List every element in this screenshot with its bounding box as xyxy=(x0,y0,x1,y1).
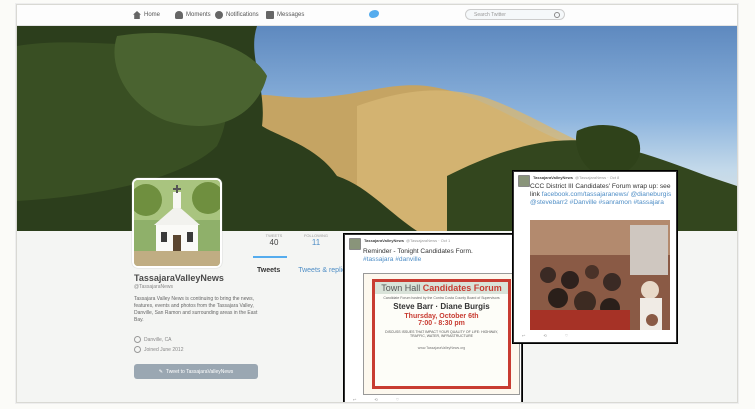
nav-moments-label: Moments xyxy=(186,12,211,18)
profile-avatar[interactable] xyxy=(132,178,222,268)
nav-moments[interactable]: Moments xyxy=(175,9,211,21)
retweet-icon[interactable]: ⟲ xyxy=(374,397,377,402)
tweet-handle: @TassajaraNews · Oct 8 xyxy=(574,175,620,180)
audience-photo xyxy=(530,220,670,330)
envelope-icon xyxy=(266,11,274,19)
flyer-time: 7:00 - 8:30 pm xyxy=(418,320,465,327)
flyer-title-prefix: Town Hall xyxy=(381,283,423,293)
active-stat-indicator xyxy=(253,256,287,258)
tweet-to-label: Tweet to TassajaraValleyNews xyxy=(165,368,234,375)
tweet-body: Reminder - Tonight Candidates Form. xyxy=(363,248,473,255)
tweet-avatar[interactable] xyxy=(349,238,361,250)
like-icon[interactable]: ♡ xyxy=(396,397,400,402)
tweet-user[interactable]: TassajaraValleyNews @TassajaraNews · Oct … xyxy=(364,238,450,243)
nav-messages-label: Messages xyxy=(277,12,305,18)
stat-following[interactable]: FOLLOWING 11 xyxy=(295,233,337,247)
calendar-icon xyxy=(134,346,141,353)
nav-messages[interactable]: Messages xyxy=(266,9,304,21)
twitter-bird-icon[interactable] xyxy=(369,10,379,18)
nav-notifications-label: Notifications xyxy=(226,12,259,18)
tweet-card-reminder[interactable]: TassajaraValleyNews @TassajaraNews · Oct … xyxy=(344,234,522,402)
quill-icon: ✎ xyxy=(158,368,163,375)
tweet-hashtags[interactable]: #tassajara #danville xyxy=(363,256,421,263)
tweet-user-name: TassajaraValleyNews xyxy=(533,175,573,180)
flyer-border: Town Hall Candidates Forum Candidate For… xyxy=(372,279,511,389)
browser-frame: Home Moments Notifications Messages Sear… xyxy=(16,4,738,403)
reply-icon[interactable]: ↩ xyxy=(353,397,356,402)
profile-bio: Tassajara Valley News is continuing to b… xyxy=(134,296,258,323)
search-icon[interactable] xyxy=(554,12,560,18)
lightning-icon xyxy=(175,11,183,19)
profile-stats: TWEETS 40 FOLLOWING 11 xyxy=(253,233,337,247)
reply-icon[interactable]: ↩ xyxy=(522,333,525,338)
flyer-topics: DISCUSS ISSUES THAT IMPACT YOUR QUALITY … xyxy=(385,330,498,338)
tweet-to-button[interactable]: ✎ Tweet to TassajaraValleyNews xyxy=(134,364,258,379)
profile-handle: @TassajaraNews xyxy=(134,284,173,290)
nav-home-label: Home xyxy=(144,12,161,18)
flyer-title-highlight: Candidates Forum xyxy=(422,283,502,293)
location-pin-icon xyxy=(134,336,141,343)
tweet-actions: ↩ ⟲ ♡ xyxy=(353,397,399,402)
nav-notifications[interactable]: Notifications xyxy=(215,9,259,21)
flyer-date: Thursday, October 6th xyxy=(404,313,479,320)
home-icon xyxy=(133,11,141,19)
profile-tabs: Tweets Tweets & replies xyxy=(257,267,350,274)
forum-photo[interactable] xyxy=(530,220,670,330)
profile-joined-text: Joined June 2012 xyxy=(144,346,184,353)
stat-tweets-value: 40 xyxy=(269,238,279,247)
flyer-title: Town Hall Candidates Forum xyxy=(375,282,508,294)
church-photo xyxy=(134,180,220,266)
stat-following-value: 11 xyxy=(311,238,321,247)
search-input[interactable]: Search Twitter xyxy=(465,9,565,20)
tweet-link[interactable]: facebook.com/tassajaranews/ xyxy=(542,191,629,198)
top-navigation-bar: Home Moments Notifications Messages Sear… xyxy=(17,5,737,26)
search-placeholder: Search Twitter xyxy=(474,12,506,18)
flyer-subtitle: Candidate Forum hosted by the Contra Cos… xyxy=(383,296,500,300)
tweet-handle: @TassajaraNews · Oct 1 xyxy=(405,238,451,243)
profile-location: Danville, CA xyxy=(134,336,172,343)
tweet-actions: ↩ ⟲ ♡ xyxy=(522,333,568,338)
profile-location-text: Danville, CA xyxy=(144,336,172,343)
bell-icon xyxy=(215,11,223,19)
tweet-user[interactable]: TassajaraValleyNews @TassajaraNews · Oct … xyxy=(533,175,619,180)
retweet-icon[interactable]: ⟲ xyxy=(543,333,546,338)
tweet-user-name: TassajaraValleyNews xyxy=(364,238,404,243)
tweet-avatar[interactable] xyxy=(518,175,530,187)
nav-home[interactable]: Home xyxy=(133,9,160,21)
tab-tweets-replies[interactable]: Tweets & replies xyxy=(298,267,349,274)
profile-joined: Joined June 2012 xyxy=(134,346,183,353)
tweet-text: CCC District III Candidates' Forum wrap … xyxy=(530,183,674,207)
tweet-text: Reminder - Tonight Candidates Form. #tas… xyxy=(363,248,518,264)
flyer-candidates: Steve Barr · Diane Burgis xyxy=(393,302,490,311)
flyer-footer: www.TassajaraValleyNews.org xyxy=(417,346,466,350)
tab-tweets[interactable]: Tweets xyxy=(257,267,280,274)
profile-name: TassajaraValleyNews xyxy=(134,273,224,283)
stat-tweets[interactable]: TWEETS 40 xyxy=(253,233,295,247)
tweet-card-forum-wrapup[interactable]: TassajaraValleyNews @TassajaraNews · Oct … xyxy=(513,171,677,343)
flyer-image[interactable]: Town Hall Candidates Forum Candidate For… xyxy=(363,273,520,395)
like-icon[interactable]: ♡ xyxy=(565,333,569,338)
